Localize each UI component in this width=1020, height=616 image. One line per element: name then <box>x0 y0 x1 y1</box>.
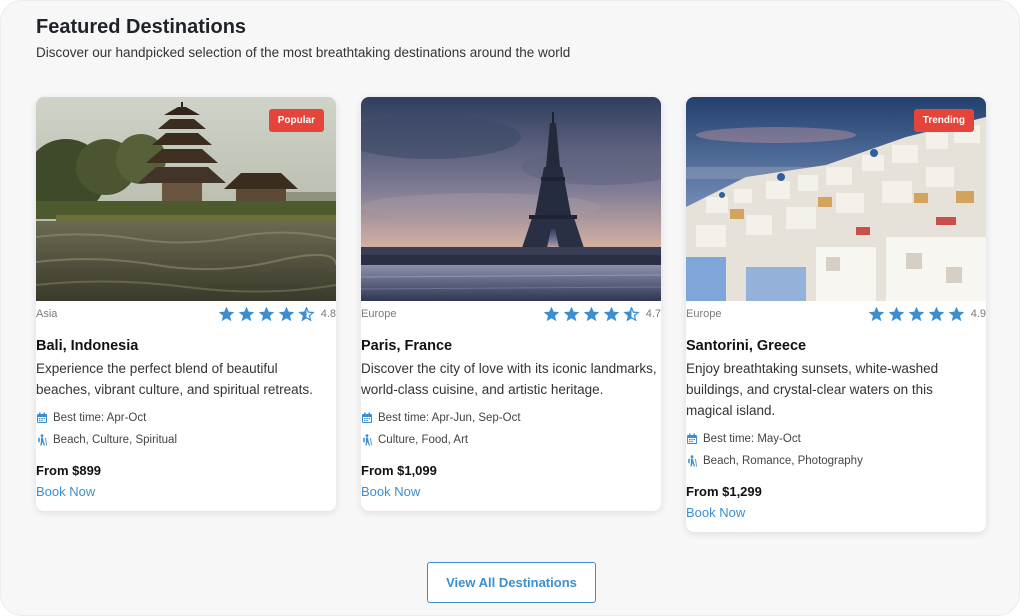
calendar-icon <box>37 412 47 423</box>
best-time-text: Best time: Apr-Jun, Sep-Oct <box>378 412 521 424</box>
calendar-icon <box>687 433 697 444</box>
star-icon <box>583 307 599 321</box>
activities-text: Culture, Food, Art <box>378 434 469 446</box>
region-label: Europe <box>686 308 722 320</box>
star-rating <box>218 307 315 321</box>
card-meta: Europe 4.9 <box>686 304 986 324</box>
activities-text: Beach, Romance, Photography <box>703 455 863 467</box>
star-icon <box>868 307 884 321</box>
destination-description: Experience the perfect blend of beautifu… <box>36 361 313 397</box>
star-icon <box>218 307 234 321</box>
card-meta: Asia 4.8 <box>36 304 336 324</box>
destination-image-santorini: Trending <box>686 97 986 301</box>
half-star-icon <box>298 307 315 321</box>
star-rating <box>868 307 965 321</box>
hiking-icon <box>38 434 47 446</box>
rating: 4.8 <box>218 307 336 321</box>
badge-trending: Trending <box>913 109 974 132</box>
hiking-icon <box>363 434 372 446</box>
activities-row: Culture, Food, Art <box>361 434 661 446</box>
book-now-link[interactable]: Book Now <box>36 484 95 499</box>
destination-description: Enjoy breathtaking sunsets, white-washed… <box>686 361 939 418</box>
rating-value: 4.8 <box>320 308 336 320</box>
featured-destinations-section: Featured Destinations Discover our handp… <box>0 0 1020 616</box>
section-subtitle: Discover our handpicked selection of the… <box>36 45 571 60</box>
star-icon <box>948 307 964 321</box>
star-icon <box>888 307 904 321</box>
badge-popular: Popular <box>268 109 324 132</box>
rating: 4.7 <box>543 307 661 321</box>
star-rating <box>543 307 640 321</box>
half-star-icon <box>623 307 640 321</box>
destination-name: Bali, Indonesia <box>36 338 139 354</box>
section-title: Featured Destinations <box>36 16 247 38</box>
best-time-row: Best time: Apr-Oct <box>36 412 336 424</box>
destination-description: Discover the city of love with its iconi… <box>361 361 657 397</box>
destination-card-bali[interactable]: Popular Asia 4.8 Bali, Indonesia Experie… <box>36 97 336 511</box>
star-icon <box>603 307 619 321</box>
rating-value: 4.7 <box>645 308 661 320</box>
hiking-icon <box>688 455 697 467</box>
destination-image-paris <box>361 97 661 301</box>
price: From $899 <box>36 463 102 478</box>
star-icon <box>238 307 254 321</box>
book-now-link[interactable]: Book Now <box>686 505 745 520</box>
rating: 4.9 <box>868 307 986 321</box>
destination-card-paris[interactable]: Europe 4.7 Paris, France Discover the ci… <box>361 97 661 511</box>
star-icon <box>278 307 294 321</box>
region-label: Europe <box>361 308 397 320</box>
activities-row: Beach, Romance, Photography <box>686 455 986 467</box>
best-time-text: Best time: Apr-Oct <box>53 412 147 424</box>
star-icon <box>563 307 579 321</box>
best-time-row: Best time: May-Oct <box>686 433 986 445</box>
destination-name: Paris, France <box>361 338 453 354</box>
star-icon <box>258 307 274 321</box>
price: From $1,099 <box>361 463 437 478</box>
destination-card-santorini[interactable]: Trending Europe 4.9 Santorini, Greece En… <box>686 97 986 532</box>
calendar-icon <box>362 412 372 423</box>
destination-name: Santorini, Greece <box>686 338 807 354</box>
star-icon <box>928 307 944 321</box>
activities-row: Beach, Culture, Spiritual <box>36 434 336 446</box>
best-time-row: Best time: Apr-Jun, Sep-Oct <box>361 412 661 424</box>
activities-text: Beach, Culture, Spiritual <box>53 434 178 446</box>
star-icon <box>543 307 559 321</box>
destination-image-bali: Popular <box>36 97 336 301</box>
region-label: Asia <box>36 308 58 320</box>
rating-value: 4.9 <box>970 308 986 320</box>
star-icon <box>908 307 924 321</box>
book-now-link[interactable]: Book Now <box>361 484 420 499</box>
best-time-text: Best time: May-Oct <box>703 433 801 445</box>
view-all-destinations-button[interactable]: View All Destinations <box>427 562 596 603</box>
card-meta: Europe 4.7 <box>361 304 661 324</box>
price: From $1,299 <box>686 484 762 499</box>
